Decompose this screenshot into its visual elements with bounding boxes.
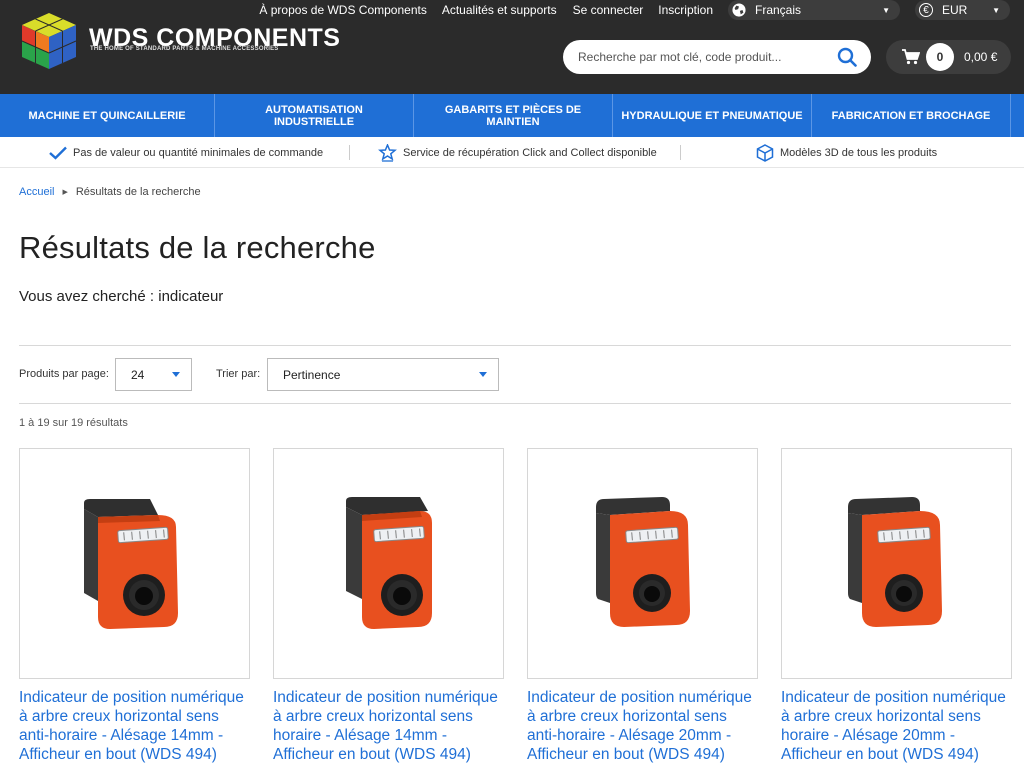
- dropdown-arrow-icon: [479, 372, 487, 377]
- feature-click-collect: Service de récupération Click and Collec…: [378, 137, 657, 168]
- product-card[interactable]: Indicateur de position numérique à arbre…: [19, 448, 250, 764]
- search-icon[interactable]: [837, 47, 857, 67]
- login-link[interactable]: Se connecter: [573, 3, 644, 17]
- feature-no-minimum: Pas de valeur ou quantité minimales de c…: [49, 137, 323, 168]
- globe-icon: [732, 3, 746, 17]
- product-title[interactable]: Indicateur de position numérique à arbre…: [19, 688, 250, 764]
- breadcrumb-home[interactable]: Accueil: [19, 186, 54, 198]
- nav-label: HYDRAULIQUE ET PNEUMATIQUE: [621, 109, 803, 122]
- checkmark-icon: [49, 146, 67, 160]
- cart-count-badge: 0: [926, 43, 954, 71]
- search-bar: [563, 40, 871, 74]
- divider: [19, 345, 1011, 346]
- per-page-value: 24: [131, 367, 145, 382]
- search-input[interactable]: [578, 50, 828, 64]
- product-image[interactable]: [19, 448, 250, 679]
- cart-button[interactable]: 0 0,00 €: [886, 40, 1011, 74]
- nav-fabrication[interactable]: FABRICATION ET BROCHAGE: [812, 94, 1011, 137]
- product-image[interactable]: [273, 448, 504, 679]
- product-image[interactable]: [781, 448, 1012, 679]
- per-page-select[interactable]: 24: [115, 358, 192, 391]
- product-card[interactable]: Indicateur de position numérique à arbre…: [781, 448, 1012, 764]
- position-indicator-image: [84, 499, 178, 629]
- product-grid: Indicateur de position numérique à arbre…: [19, 448, 1012, 764]
- nav-automation[interactable]: AUTOMATISATION INDUSTRIELLE: [215, 94, 414, 137]
- brand-subtitle: THE HOME OF STANDARD PARTS & MACHINE ACC…: [90, 46, 279, 52]
- feature-3d-models: Modèles 3D de tous les produits: [756, 137, 937, 168]
- result-count: 1 à 19 sur 19 résultats: [19, 417, 128, 429]
- currency-select[interactable]: € EUR ▼: [915, 0, 1010, 20]
- nav-label: FABRICATION ET BROCHAGE: [831, 109, 991, 122]
- search-query-text: Vous avez cherché : indicateur: [19, 288, 224, 305]
- language-select[interactable]: Français ▼: [728, 0, 900, 20]
- site-header: WDS COMPONENTS THE HOME OF STANDARD PART…: [0, 0, 1024, 94]
- nav-label: AUTOMATISATION: [265, 103, 363, 116]
- sort-value: Pertinence: [283, 367, 341, 382]
- product-card[interactable]: Indicateur de position numérique à arbre…: [273, 448, 504, 764]
- product-title[interactable]: Indicateur de position numérique à arbre…: [781, 688, 1012, 764]
- position-indicator-image: [848, 497, 942, 627]
- feature-text: Service de récupération Click and Collec…: [403, 146, 657, 159]
- nav-machine[interactable]: MACHINE ET QUINCAILLERIE: [0, 94, 215, 137]
- breadcrumb: Accueil ▶ Résultats de la recherche: [19, 186, 201, 198]
- cube-icon: [756, 143, 774, 162]
- nav-hydraulic[interactable]: HYDRAULIQUE ET PNEUMATIQUE: [613, 94, 812, 137]
- main-nav: MACHINE ET QUINCAILLERIE AUTOMATISATION …: [0, 94, 1024, 137]
- nav-label: MACHINE ET QUINCAILLERIE: [28, 109, 186, 122]
- divider: [19, 403, 1011, 404]
- wds-logo-icon[interactable]: [18, 11, 80, 71]
- nav-label: MAINTIEN: [486, 115, 540, 128]
- chevron-down-icon: ▼: [882, 5, 890, 15]
- product-image[interactable]: [527, 448, 758, 679]
- nav-label: INDUSTRIELLE: [273, 115, 355, 128]
- language-value: Français: [755, 3, 802, 17]
- sort-label: Trier par:: [216, 368, 261, 380]
- feature-divider: [680, 145, 681, 160]
- sort-select[interactable]: Pertinence: [267, 358, 499, 391]
- feature-divider: [349, 145, 350, 160]
- chevron-right-icon: ▶: [62, 189, 68, 196]
- chevron-down-icon: ▼: [992, 5, 1000, 15]
- per-page-label: Produits par page:: [19, 368, 109, 380]
- currency-value: EUR: [942, 3, 968, 17]
- cart-pickup-icon: [378, 143, 397, 162]
- product-title[interactable]: Indicateur de position numérique à arbre…: [527, 688, 758, 764]
- cart-total: 0,00 €: [964, 50, 998, 64]
- page-title: Résultats de la recherche: [19, 230, 376, 265]
- features-bar: Pas de valeur ou quantité minimales de c…: [0, 137, 1024, 168]
- dropdown-arrow-icon: [172, 372, 180, 377]
- feature-text: Pas de valeur ou quantité minimales de c…: [73, 146, 324, 159]
- breadcrumb-current: Résultats de la recherche: [75, 186, 201, 198]
- position-indicator-image: [346, 497, 432, 629]
- nav-jigs[interactable]: GABARITS ET PIÈCES DE MAINTIEN: [414, 94, 613, 137]
- cart-icon: [902, 49, 920, 65]
- product-card[interactable]: Indicateur de position numérique à arbre…: [527, 448, 758, 764]
- about-link[interactable]: À propos de WDS Components: [259, 3, 426, 17]
- news-link[interactable]: Actualités et supports: [442, 3, 557, 17]
- product-title[interactable]: Indicateur de position numérique à arbre…: [273, 688, 504, 764]
- register-link[interactable]: Inscription: [658, 3, 713, 17]
- euro-icon: €: [919, 3, 933, 17]
- nav-label: GABARITS ET PIÈCES DE: [444, 103, 582, 116]
- position-indicator-image: [596, 497, 690, 627]
- top-links: À propos de WDS Components Actualités et…: [259, 0, 1024, 20]
- feature-text: Modèles 3D de tous les produits: [780, 146, 938, 159]
